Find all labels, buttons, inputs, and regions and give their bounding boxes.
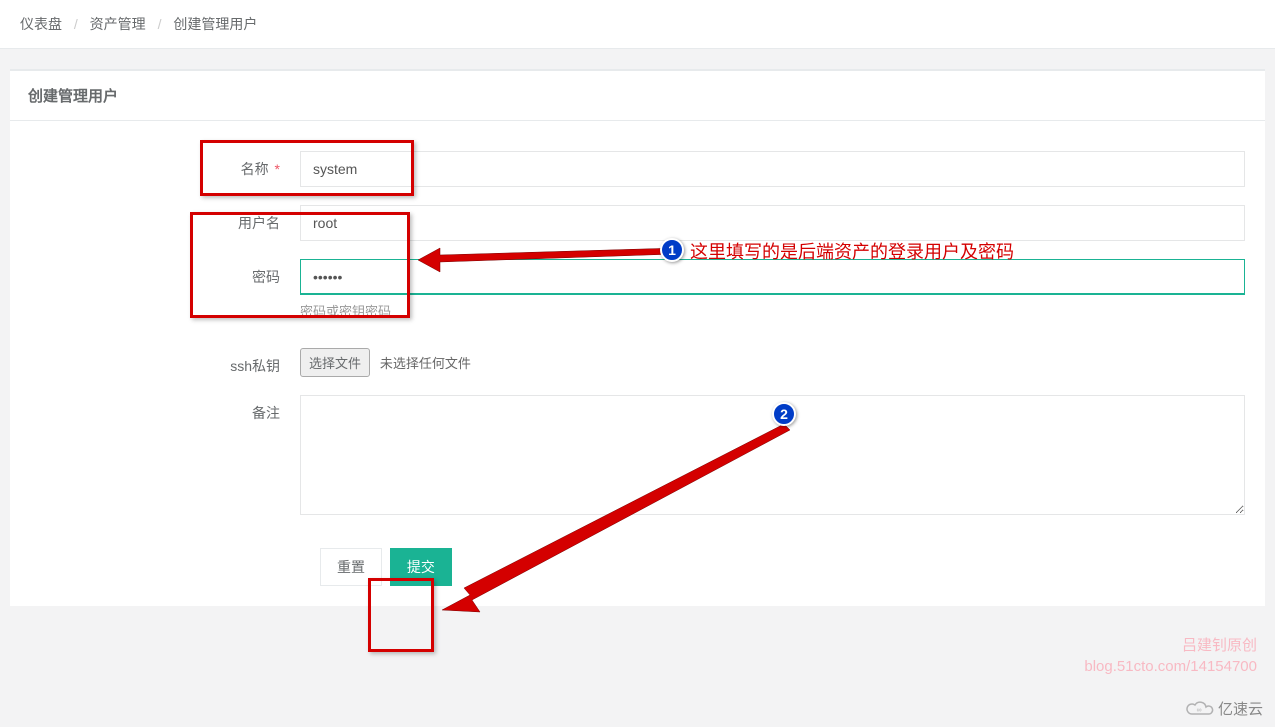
row-sshkey: ssh私钥 选择文件 未选择任何文件 — [30, 348, 1245, 377]
button-row: 重置 提交 — [320, 548, 1245, 586]
label-name-text: 名称 — [241, 161, 269, 177]
watermark-brand-text: 亿速云 — [1218, 698, 1263, 719]
watermark-line2: blog.51cto.com/14154700 — [1084, 656, 1257, 677]
label-comment: 备注 — [30, 395, 300, 423]
submit-button[interactable]: 提交 — [390, 548, 452, 586]
textarea-comment[interactable] — [300, 395, 1245, 515]
row-comment: 备注 — [30, 395, 1245, 518]
required-asterisk: * — [275, 161, 280, 177]
file-status-text: 未选择任何文件 — [380, 356, 471, 371]
reset-button[interactable]: 重置 — [320, 548, 382, 586]
row-name: 名称 * — [30, 151, 1245, 187]
cloud-icon: ∞ — [1184, 699, 1214, 719]
input-password[interactable] — [300, 259, 1245, 295]
breadcrumb-current: 创建管理用户 — [173, 16, 257, 32]
label-name: 名称 * — [30, 151, 300, 179]
panel-title: 创建管理用户 — [10, 71, 1265, 121]
password-help-text: 密码或密钥密码 — [300, 301, 1245, 320]
watermark-brand: ∞ 亿速云 — [1184, 698, 1263, 719]
label-password: 密码 — [30, 259, 300, 287]
row-password: 密码 密码或密钥密码 — [30, 259, 1245, 320]
breadcrumb: 仪表盘 / 资产管理 / 创建管理用户 — [0, 0, 1275, 49]
breadcrumb-sep: / — [158, 16, 162, 32]
choose-file-button[interactable]: 选择文件 — [300, 348, 370, 377]
label-username: 用户名 — [30, 205, 300, 233]
form-area: 名称 * 用户名 密码 密码或密钥密码 ssh私钥 选 — [10, 121, 1265, 606]
watermark-line1: 吕建钊原创 — [1084, 635, 1257, 656]
breadcrumb-sep: / — [74, 16, 78, 32]
label-sshkey: ssh私钥 — [30, 348, 300, 376]
svg-text:∞: ∞ — [1196, 707, 1201, 714]
watermark-author: 吕建钊原创 blog.51cto.com/14154700 — [1084, 635, 1257, 677]
breadcrumb-dashboard[interactable]: 仪表盘 — [20, 16, 62, 32]
row-username: 用户名 — [30, 205, 1245, 241]
input-name[interactable] — [300, 151, 1245, 187]
input-username[interactable] — [300, 205, 1245, 241]
breadcrumb-assets[interactable]: 资产管理 — [90, 16, 146, 32]
form-panel: 创建管理用户 名称 * 用户名 密码 密码或密钥密码 — [10, 69, 1265, 606]
